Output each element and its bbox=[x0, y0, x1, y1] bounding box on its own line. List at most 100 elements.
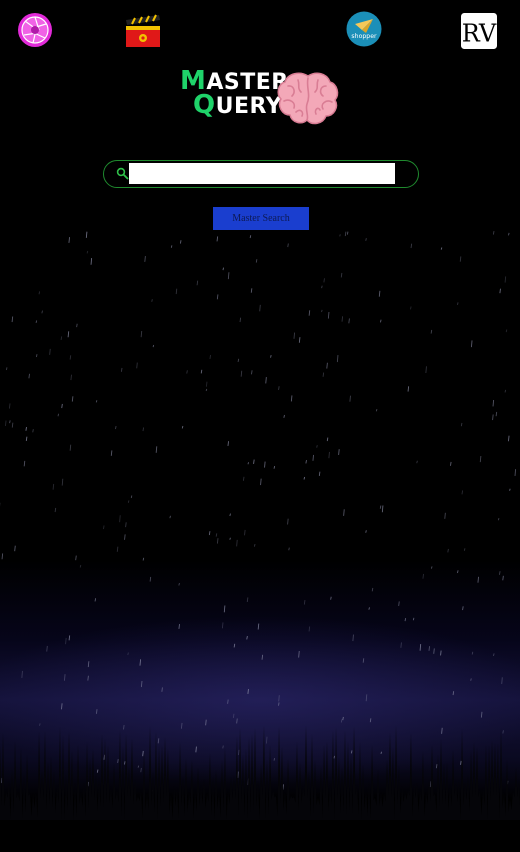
rain-drop bbox=[461, 490, 464, 495]
rv-monogram-icon[interactable]: RV bbox=[461, 13, 497, 49]
rain-drop bbox=[298, 650, 300, 658]
shopper-icon[interactable]: shopper bbox=[346, 11, 382, 47]
rain-drop bbox=[240, 370, 243, 377]
rain-drop bbox=[14, 545, 16, 552]
rain-drop bbox=[87, 661, 90, 668]
rain-drop bbox=[79, 564, 82, 568]
grass-silhouette bbox=[0, 725, 520, 820]
rain-drop bbox=[502, 575, 504, 581]
master-query-logo: MASTER QUERY bbox=[180, 68, 340, 130]
rain-drop bbox=[5, 367, 8, 371]
rain-drop bbox=[327, 311, 330, 319]
rain-drop bbox=[216, 538, 219, 544]
rain-drop bbox=[308, 310, 311, 316]
rain-drop bbox=[127, 652, 129, 656]
grass-blades bbox=[0, 725, 520, 820]
rain-drop bbox=[120, 367, 123, 372]
rain-drop bbox=[471, 651, 474, 655]
rain-drop bbox=[460, 422, 463, 427]
movie-clapperboard-icon[interactable] bbox=[124, 14, 160, 50]
rain-drop bbox=[222, 267, 225, 271]
rain-drop bbox=[283, 414, 285, 418]
rain-drop bbox=[149, 576, 152, 582]
rain-drop bbox=[265, 377, 267, 384]
rain-drop bbox=[251, 370, 253, 375]
rain-drop bbox=[49, 348, 51, 355]
rain-drop bbox=[303, 600, 306, 605]
rain-drop bbox=[323, 278, 325, 283]
rain-drop bbox=[169, 515, 171, 519]
rain-drop bbox=[379, 505, 382, 509]
rain-drop bbox=[86, 250, 89, 254]
rain-drop bbox=[67, 331, 70, 338]
rain-drop bbox=[71, 396, 74, 402]
rain-drop bbox=[246, 597, 249, 603]
rain-drop bbox=[444, 512, 446, 519]
rain-drop bbox=[61, 478, 64, 486]
rain-drop bbox=[239, 317, 242, 323]
rain-drop bbox=[316, 445, 318, 448]
rain-drop bbox=[119, 515, 121, 523]
rain-drop bbox=[54, 507, 57, 513]
rain-drop bbox=[208, 531, 211, 536]
rain-drop bbox=[375, 409, 378, 412]
rain-drop bbox=[270, 355, 272, 358]
rain-drop bbox=[136, 362, 138, 369]
rain-drop bbox=[343, 509, 345, 516]
rain-drop bbox=[365, 530, 367, 533]
rain-drop bbox=[328, 451, 330, 459]
rain-drop bbox=[246, 635, 248, 640]
rain-drop bbox=[247, 462, 250, 465]
rain-drop bbox=[249, 235, 252, 239]
rain-drop bbox=[447, 548, 449, 553]
rain-drop bbox=[103, 525, 105, 530]
rain-drop bbox=[35, 354, 38, 358]
rain-drop bbox=[200, 369, 203, 374]
rain-drop bbox=[124, 534, 126, 540]
rain-drop bbox=[253, 543, 256, 547]
rain-drop bbox=[25, 436, 28, 442]
rain-drop bbox=[514, 469, 517, 476]
rain-drop bbox=[457, 302, 459, 306]
rain-drop bbox=[1, 553, 4, 560]
rain-drop bbox=[321, 309, 323, 313]
rain-drop bbox=[508, 232, 510, 236]
rain-drop bbox=[497, 517, 500, 521]
rain-drop bbox=[340, 272, 343, 278]
shopper-icon-label: shopper bbox=[351, 33, 377, 40]
master-search-button[interactable]: Master Search bbox=[213, 207, 309, 230]
brain-icon bbox=[277, 72, 339, 125]
camera-aperture-icon[interactable] bbox=[17, 12, 53, 48]
rain-drop bbox=[21, 670, 23, 678]
rain-drop bbox=[499, 571, 501, 575]
rain-drop bbox=[501, 677, 503, 684]
rain-drop bbox=[139, 659, 142, 666]
rain-drop bbox=[298, 337, 301, 343]
rain-drop bbox=[287, 518, 289, 525]
rain-drop bbox=[4, 420, 7, 427]
rain-drop bbox=[492, 230, 495, 235]
rain-drop bbox=[65, 637, 67, 645]
rain-drop bbox=[161, 687, 163, 692]
rain-drop bbox=[287, 243, 289, 248]
rain-drop bbox=[378, 290, 381, 297]
rain-drop bbox=[69, 355, 72, 360]
rain-drop bbox=[257, 623, 260, 630]
app-bar: shopper RV bbox=[0, 0, 520, 60]
rain-drop bbox=[362, 658, 365, 663]
rain-drop bbox=[349, 395, 351, 402]
rain-drop bbox=[9, 420, 11, 424]
rain-drop bbox=[348, 318, 350, 324]
rain-drop bbox=[462, 606, 464, 611]
rain-drop bbox=[247, 689, 249, 695]
rain-drop bbox=[35, 320, 38, 324]
rain-drop bbox=[237, 358, 240, 363]
rain-drop bbox=[255, 259, 258, 263]
rain-drop bbox=[504, 389, 507, 393]
rain-drop bbox=[57, 413, 60, 417]
rain-drop bbox=[140, 330, 143, 338]
search-input[interactable] bbox=[129, 163, 395, 184]
rain-drop bbox=[322, 372, 325, 377]
rain-drop bbox=[338, 449, 340, 455]
rain-drop bbox=[508, 435, 510, 442]
